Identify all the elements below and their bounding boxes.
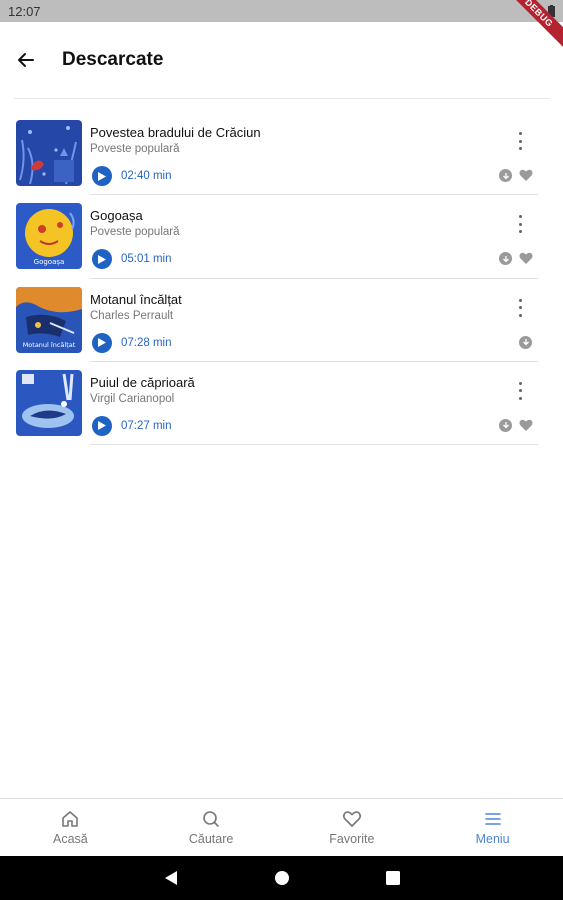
downloaded-icon[interactable]: [519, 335, 532, 349]
svg-text:Gogoașa: Gogoașa: [34, 258, 65, 266]
play-icon: [98, 171, 106, 181]
status-time: 12:07: [8, 3, 41, 19]
item-title: Motanul încălțat: [90, 291, 182, 307]
downloaded-icon[interactable]: [499, 252, 512, 266]
nav-label-favorites: Favorite: [329, 832, 375, 846]
downloaded-icon[interactable]: [499, 418, 512, 432]
downloads-list: Povestea bradului de Crăciun Poveste pop…: [0, 112, 563, 446]
more-options-button[interactable]: [512, 380, 528, 402]
svg-text:Motanul încălțat: Motanul încălțat: [23, 341, 76, 350]
nav-label-menu: Meniu: [475, 832, 510, 846]
cover-image: [16, 120, 82, 186]
item-duration: 05:01 min: [121, 253, 172, 266]
app-bar: Descarcate: [0, 22, 563, 98]
item-duration: 02:40 min: [121, 170, 172, 182]
list-item[interactable]: Puiul de căprioară Virgil Carianopol 07:…: [0, 362, 563, 446]
back-button[interactable]: [12, 46, 40, 74]
favorite-heart-icon[interactable]: [519, 418, 533, 432]
nav-item-menu[interactable]: Meniu: [422, 799, 563, 856]
bottom-navigation: Acasă Căutare Favorite Meniu: [0, 798, 563, 856]
arrow-back-icon: [18, 53, 34, 67]
favorite-heart-icon[interactable]: [519, 168, 533, 182]
cover-image: Motanul încălțat: [16, 286, 82, 353]
system-navigation-bar: [0, 856, 563, 900]
item-title: Gogoașa: [90, 208, 143, 224]
home-icon: [62, 811, 79, 827]
heart-outline-icon: [342, 811, 361, 827]
nav-label-home: Acasă: [53, 832, 88, 846]
cover-image: [16, 369, 82, 436]
system-home-icon[interactable]: [274, 870, 290, 886]
more-options-button[interactable]: [512, 213, 528, 235]
downloaded-icon[interactable]: [499, 169, 512, 182]
system-recents-icon[interactable]: [385, 871, 400, 885]
play-button[interactable]: [92, 249, 112, 270]
play-button[interactable]: [92, 166, 112, 186]
nav-label-search: Căutare: [188, 832, 234, 846]
nav-item-favorites[interactable]: Favorite: [282, 799, 423, 856]
item-title: Povestea bradului de Crăciun: [90, 125, 261, 140]
play-button[interactable]: [92, 332, 112, 353]
row-divider: [90, 444, 538, 446]
cover-image: Gogoașa: [16, 203, 82, 270]
play-icon: [98, 338, 106, 348]
play-icon: [98, 421, 106, 431]
item-title: Puiul de căprioară: [90, 374, 195, 390]
item-author: Virgil Carianopol: [90, 392, 175, 405]
list-item[interactable]: Povestea bradului de Crăciun Poveste pop…: [0, 112, 563, 196]
item-duration: 07:28 min: [121, 336, 172, 349]
nav-item-home[interactable]: Acasă: [0, 799, 141, 856]
page-title: Descarcate: [62, 49, 164, 70]
more-options-button[interactable]: [512, 130, 528, 152]
play-button[interactable]: [92, 415, 112, 436]
play-icon: [98, 254, 106, 264]
item-duration: 07:27 min: [121, 419, 172, 432]
status-bar: 12:07: [0, 0, 563, 22]
item-author: Poveste populară: [90, 226, 180, 239]
item-author: Poveste populară: [90, 143, 180, 155]
item-author: Charles Perrault: [90, 309, 174, 322]
system-back-icon[interactable]: [164, 870, 178, 886]
search-icon: [203, 811, 219, 827]
favorite-heart-icon[interactable]: [519, 251, 533, 265]
nav-item-search[interactable]: Căutare: [141, 799, 282, 856]
more-options-button[interactable]: [512, 297, 528, 319]
app-bar-divider: [14, 98, 550, 99]
list-item[interactable]: Gogoașa Gogoașa Poveste populară 05:01 m…: [0, 195, 563, 279]
menu-icon: [484, 813, 501, 825]
list-item[interactable]: Motanul încălțat Motanul încălțat Charle…: [0, 279, 563, 362]
